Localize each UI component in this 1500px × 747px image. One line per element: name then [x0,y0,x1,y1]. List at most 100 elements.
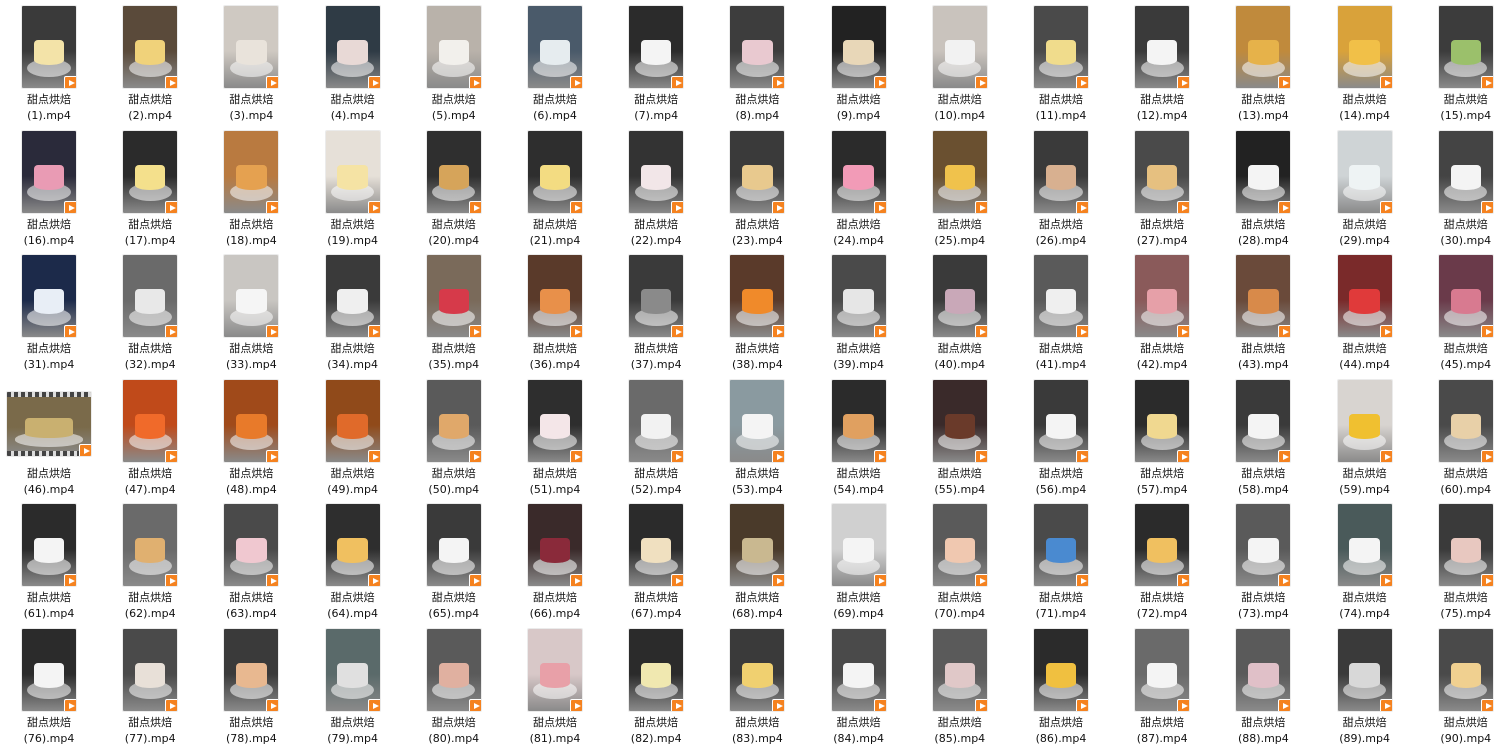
video-file-item[interactable]: 甜点烘焙 (79).mp4 [303,623,403,747]
video-thumbnail[interactable] [224,130,279,213]
video-file-item[interactable]: 甜点烘焙 (57).mp4 [1112,374,1212,498]
video-thumbnail[interactable] [1135,255,1190,337]
video-thumbnail[interactable] [1337,628,1392,711]
video-thumbnail[interactable] [224,504,279,586]
video-file-item[interactable]: 甜点烘焙 (85).mp4 [910,623,1010,747]
video-file-item[interactable]: 甜点烘焙 (58).mp4 [1213,374,1313,498]
video-thumbnail[interactable] [325,6,380,88]
video-file-item[interactable]: 甜点烘焙 (75).mp4 [1416,498,1500,622]
video-thumbnail[interactable] [1236,6,1291,88]
video-thumbnail[interactable] [629,628,684,711]
video-file-item[interactable]: 甜点烘焙 (89).mp4 [1315,623,1415,747]
video-thumbnail[interactable] [123,255,178,337]
video-file-item[interactable]: 甜点烘焙 (90).mp4 [1416,623,1500,747]
video-file-item[interactable]: 甜点烘焙 (32).mp4 [100,249,200,373]
video-thumbnail[interactable] [1236,628,1291,711]
video-thumbnail[interactable] [1135,6,1190,88]
video-file-item[interactable]: 甜点烘焙 (86).mp4 [1011,623,1111,747]
video-thumbnail[interactable] [629,130,684,213]
video-file-item[interactable]: 甜点烘焙 (87).mp4 [1112,623,1212,747]
video-thumbnail[interactable] [831,628,886,711]
video-file-item[interactable]: 甜点烘焙 (11).mp4 [1011,0,1111,124]
video-file-item[interactable]: 甜点烘焙 (65).mp4 [404,498,504,622]
video-file-item[interactable]: 甜点烘焙 (74).mp4 [1315,498,1415,622]
video-file-item[interactable]: 甜点烘焙 (7).mp4 [606,0,706,124]
video-thumbnail[interactable] [1034,6,1088,88]
video-file-item[interactable]: 甜点烘焙 (24).mp4 [809,125,909,249]
video-thumbnail[interactable] [22,628,76,711]
video-thumbnail[interactable] [1236,379,1291,462]
video-file-item[interactable]: 甜点烘焙 (34).mp4 [303,249,403,373]
video-thumbnail[interactable] [22,6,76,88]
video-file-item[interactable]: 甜点烘焙 (68).mp4 [707,498,807,622]
video-thumbnail[interactable] [1236,255,1291,337]
video-file-item[interactable]: 甜点烘焙 (43).mp4 [1213,249,1313,373]
video-file-item[interactable]: 甜点烘焙 (69).mp4 [809,498,909,622]
video-thumbnail[interactable] [831,504,886,586]
video-file-item[interactable]: 甜点烘焙 (40).mp4 [910,249,1010,373]
video-file-item[interactable]: 甜点烘焙 (45).mp4 [1416,249,1500,373]
video-thumbnail[interactable] [325,255,380,337]
video-thumbnail[interactable] [1236,130,1291,213]
video-thumbnail[interactable] [730,130,785,213]
video-thumbnail[interactable] [426,255,481,337]
video-thumbnail[interactable] [730,504,785,586]
video-file-item[interactable]: 甜点烘焙 (1).mp4 [0,0,99,124]
video-thumbnail[interactable] [932,255,987,337]
video-thumbnail[interactable] [1337,255,1392,337]
video-thumbnail[interactable] [1438,6,1493,88]
video-thumbnail[interactable] [1337,504,1392,586]
video-thumbnail[interactable] [1236,504,1291,586]
video-file-item[interactable]: 甜点烘焙 (16).mp4 [0,125,99,249]
video-file-item[interactable]: 甜点烘焙 (71).mp4 [1011,498,1111,622]
video-file-item[interactable]: 甜点烘焙 (14).mp4 [1315,0,1415,124]
video-file-item[interactable]: 甜点烘焙 (22).mp4 [606,125,706,249]
video-file-item[interactable]: 甜点烘焙 (70).mp4 [910,498,1010,622]
video-file-item[interactable]: 甜点烘焙 (26).mp4 [1011,125,1111,249]
video-file-item[interactable]: 甜点烘焙 (80).mp4 [404,623,504,747]
video-thumbnail[interactable] [528,628,582,711]
video-thumbnail[interactable] [224,6,279,88]
video-thumbnail[interactable] [730,628,785,711]
video-file-item[interactable]: 甜点烘焙 (20).mp4 [404,125,504,249]
video-file-item[interactable]: 甜点烘焙 (3).mp4 [201,0,301,124]
video-thumbnail[interactable] [528,255,582,337]
video-file-item[interactable]: 甜点烘焙 (8).mp4 [707,0,807,124]
video-thumbnail[interactable] [629,255,684,337]
video-file-item[interactable]: 甜点烘焙 (27).mp4 [1112,125,1212,249]
video-thumbnail[interactable] [1438,130,1493,213]
video-thumbnail[interactable] [224,255,279,337]
video-thumbnail[interactable] [1337,379,1392,462]
video-thumbnail[interactable] [831,6,886,88]
video-file-item[interactable]: 甜点烘焙 (64).mp4 [303,498,403,622]
video-thumbnail[interactable] [1034,379,1088,462]
video-file-item[interactable]: 甜点烘焙 (78).mp4 [201,623,301,747]
video-thumbnail[interactable] [22,255,76,337]
video-file-item[interactable]: 甜点烘焙 (81).mp4 [505,623,605,747]
video-file-item[interactable]: 甜点烘焙 (29).mp4 [1315,125,1415,249]
video-thumbnail[interactable] [528,130,582,213]
video-thumbnail[interactable] [1034,504,1088,586]
video-thumbnail[interactable] [831,130,886,213]
video-file-item[interactable]: 甜点烘焙 (35).mp4 [404,249,504,373]
video-thumbnail[interactable] [932,6,987,88]
video-thumbnail[interactable] [730,6,785,88]
video-file-item[interactable]: 甜点烘焙 (53).mp4 [707,374,807,498]
video-thumbnail[interactable] [629,379,684,462]
video-thumbnail[interactable] [123,130,178,213]
video-file-item[interactable]: 甜点烘焙 (76).mp4 [0,623,99,747]
video-file-item[interactable]: 甜点烘焙 (83).mp4 [707,623,807,747]
video-file-item[interactable]: 甜点烘焙 (36).mp4 [505,249,605,373]
video-thumbnail[interactable] [1438,504,1493,586]
video-file-item[interactable]: 甜点烘焙 (47).mp4 [100,374,200,498]
video-file-item[interactable]: 甜点烘焙 (9).mp4 [809,0,909,124]
video-file-item[interactable]: 甜点烘焙 (5).mp4 [404,0,504,124]
video-file-item[interactable]: 甜点烘焙 (23).mp4 [707,125,807,249]
video-thumbnail[interactable] [932,130,987,213]
video-file-item[interactable]: 甜点烘焙 (49).mp4 [303,374,403,498]
video-file-item[interactable]: 甜点烘焙 (82).mp4 [606,623,706,747]
video-file-item[interactable]: 甜点烘焙 (6).mp4 [505,0,605,124]
video-file-item[interactable]: 甜点烘焙 (10).mp4 [910,0,1010,124]
video-file-item[interactable]: 甜点烘焙 (66).mp4 [505,498,605,622]
video-thumbnail[interactable] [831,379,886,462]
